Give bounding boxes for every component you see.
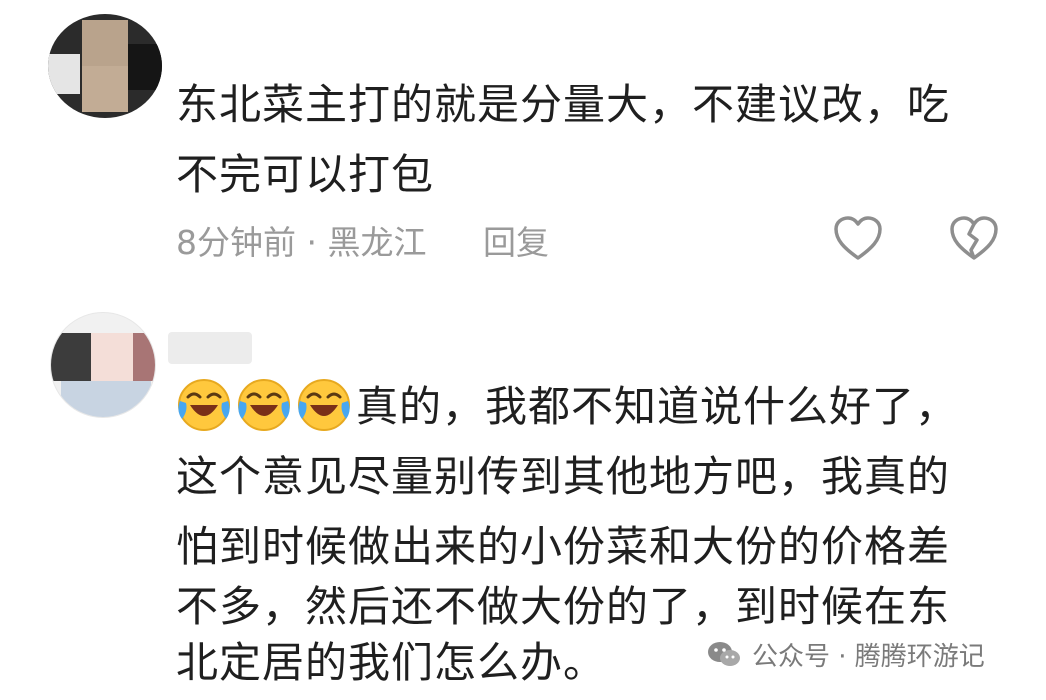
comment-meta: 8分钟前 · 黑龙江 回复 <box>176 216 549 264</box>
avatar-mosaic <box>133 333 155 381</box>
comment-text-line: 不完可以打包 <box>176 150 435 199</box>
comment-location: 黑龙江 <box>327 223 427 262</box>
wechat-icon <box>708 641 740 666</box>
comment-text-line: 北定居的我们怎么办。 <box>176 638 607 687</box>
avatar-mosaic <box>82 20 128 66</box>
watermark-text: 公众号 · 腾腾环游记 <box>752 642 985 672</box>
meta-separator: · <box>296 223 328 262</box>
avatar-mosaic <box>128 44 162 90</box>
avatar-mosaic <box>91 333 133 381</box>
heart-outline-icon[interactable] <box>832 214 884 262</box>
comment-text-line: 真的，我都不知道说什么好了， <box>176 372 958 442</box>
watermark: 公众号 · 腾腾环游记 <box>706 636 985 673</box>
comment-text-first-line: 真的，我都不知道说什么好了， <box>356 382 959 431</box>
commenter-name-blurred <box>168 332 252 364</box>
comment-text-line: 这个意见尽量别传到其他地方吧，我真的 <box>176 452 951 501</box>
comment-text-line: 东北菜主打的就是分量大，不建议改，吃 <box>176 80 951 129</box>
laughing-crying-emoji <box>178 379 230 431</box>
laughing-crying-emoji <box>298 379 350 431</box>
avatar-mosaic <box>51 333 91 381</box>
avatar-mosaic <box>48 54 80 94</box>
laughing-crying-emoji <box>238 379 290 431</box>
reply-button[interactable]: 回复 <box>483 223 549 262</box>
avatar-mosaic <box>61 381 151 417</box>
broken-heart-icon[interactable] <box>948 214 1000 262</box>
commenter-avatar[interactable] <box>50 312 156 418</box>
commenter-avatar[interactable] <box>48 14 162 118</box>
comment-time: 8分钟前 <box>176 223 296 262</box>
avatar-mosaic <box>82 66 128 112</box>
